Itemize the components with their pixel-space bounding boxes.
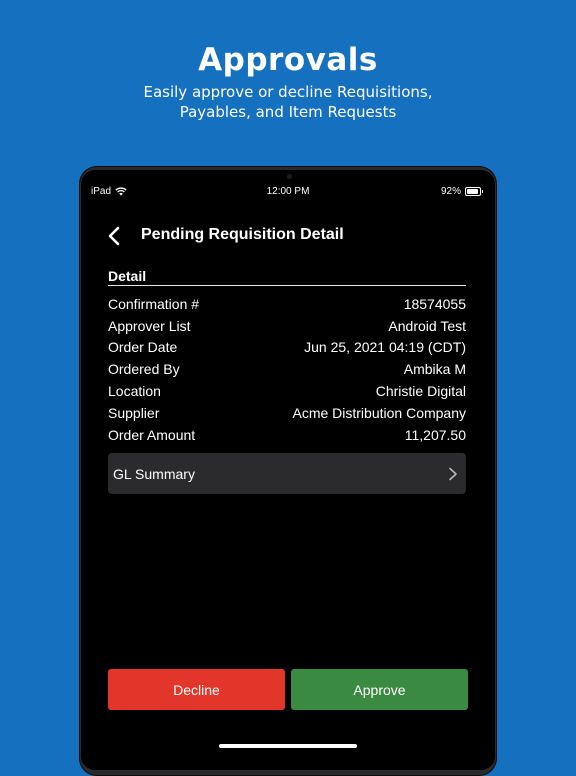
gl-summary-label: GL Summary — [113, 465, 195, 482]
detail-row-supplier: Supplier Acme Distribution Company — [108, 402, 466, 424]
status-time: 12:00 PM — [266, 186, 310, 197]
back-chevron-icon[interactable] — [103, 224, 127, 248]
status-bar-right: 92% — [440, 186, 483, 197]
detail-row-ordered-by: Ordered By Ambika M — [108, 358, 466, 380]
approve-button[interactable]: Approve — [291, 669, 468, 710]
front-camera — [287, 174, 292, 179]
detail-label: Ordered By — [108, 361, 180, 378]
detail-value: 18574055 — [403, 295, 466, 312]
detail-value: Christie Digital — [375, 383, 466, 400]
home-indicator[interactable] — [219, 744, 357, 748]
detail-list: Confirmation # 18574055 Approver List An… — [108, 293, 466, 446]
navigation-bar: Pending Requisition Detail — [81, 222, 495, 250]
status-bar: iPad 12:00 PM 92% — [81, 186, 495, 200]
detail-label: Location — [108, 383, 161, 400]
detail-label: Order Date — [108, 339, 178, 356]
detail-value: Ambika M — [403, 361, 466, 378]
detail-row-location: Location Christie Digital — [108, 380, 466, 402]
detail-label: Order Amount — [108, 426, 196, 443]
gl-summary-button[interactable]: GL Summary — [108, 453, 466, 494]
detail-value: Android Test — [388, 317, 466, 334]
hero-header: Approvals Easily approve or decline Requ… — [0, 40, 576, 122]
battery-fill — [467, 189, 479, 194]
detail-value: Acme Distribution Company — [292, 404, 466, 421]
hero-subtitle: Easily approve or decline Requisitions, … — [0, 82, 576, 122]
detail-label: Confirmation # — [108, 295, 200, 312]
device-screen: iPad 12:00 PM 92% Pending Requisition De… — [81, 170, 495, 770]
decline-button[interactable]: Decline — [108, 669, 285, 710]
detail-row-approver-list: Approver List Android Test — [108, 315, 466, 337]
section-divider — [108, 285, 466, 286]
detail-section-title: Detail — [108, 268, 147, 284]
detail-row-order-amount: Order Amount 11,207.50 — [108, 424, 466, 446]
hero-subtitle-line-2: Payables, and Item Requests — [179, 103, 397, 121]
battery-percent: 92% — [440, 186, 461, 197]
detail-label: Approver List — [108, 317, 191, 334]
detail-label: Supplier — [108, 404, 160, 421]
detail-row-confirmation: Confirmation # 18574055 — [108, 293, 466, 315]
ipad-frame: iPad 12:00 PM 92% Pending Requisition De… — [79, 166, 497, 776]
detail-value: 11,207.50 — [404, 426, 466, 443]
chevron-right-icon — [449, 467, 457, 480]
detail-row-order-date: Order Date Jun 25, 2021 04:19 (CDT) — [108, 337, 466, 359]
page-title: Pending Requisition Detail — [141, 226, 344, 243]
hero-subtitle-line-1: Easily approve or decline Requisitions, — [143, 83, 433, 101]
battery-icon — [465, 187, 483, 196]
hero-title: Approvals — [198, 42, 378, 78]
detail-value: Jun 25, 2021 04:19 (CDT) — [304, 339, 466, 356]
